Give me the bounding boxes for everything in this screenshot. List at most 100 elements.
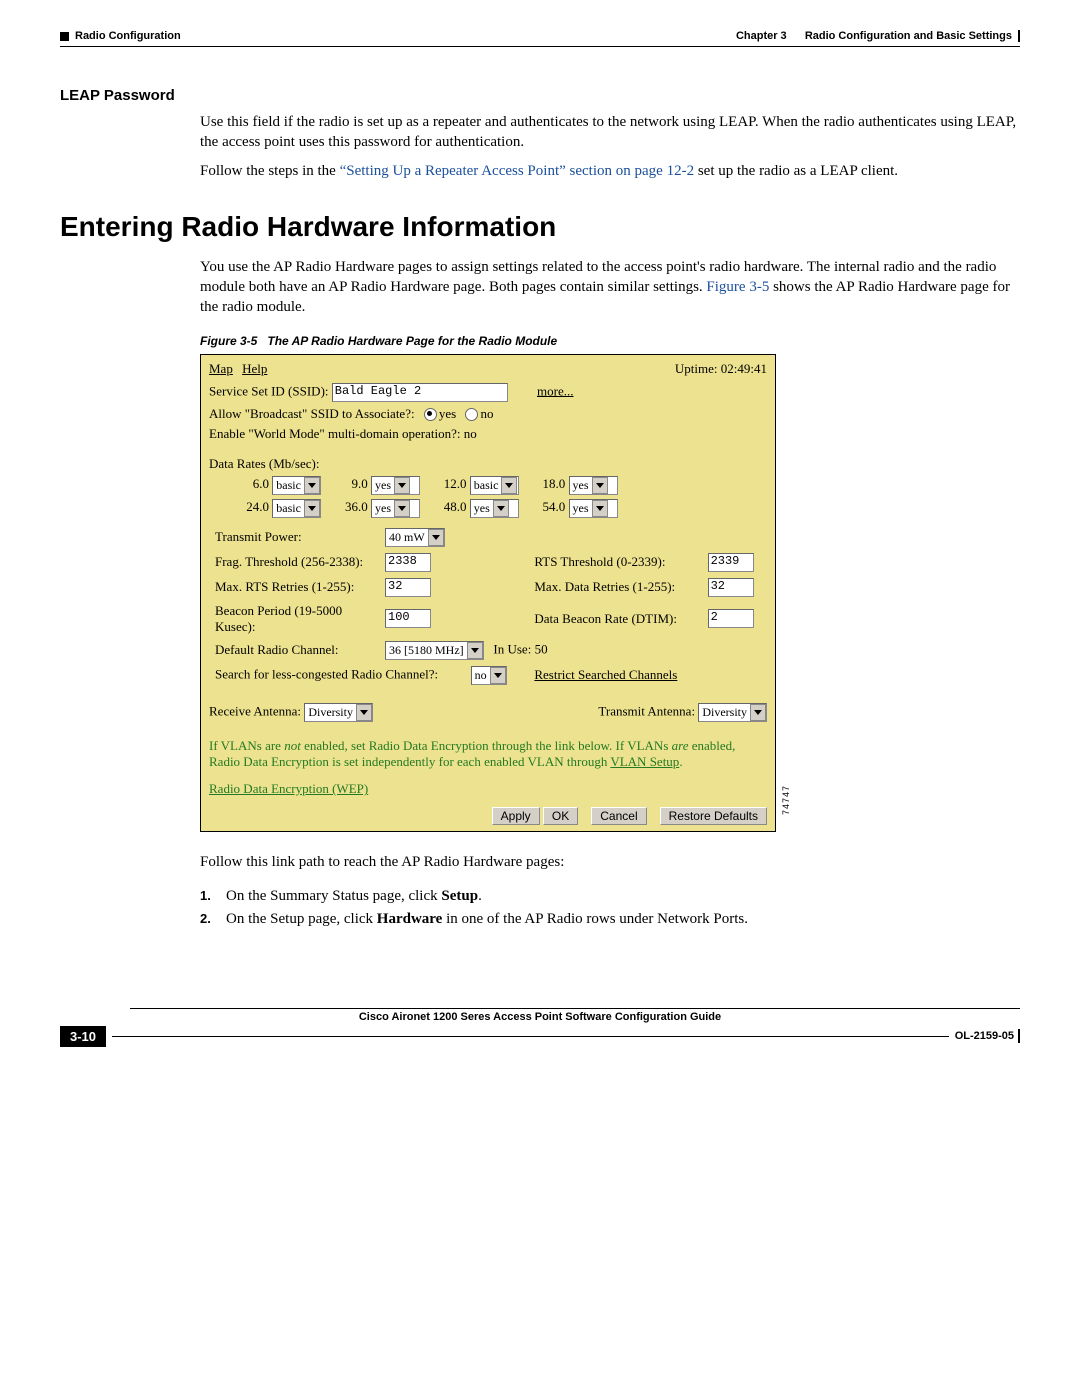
tx-power-value: 40 mW — [389, 530, 425, 545]
rate-select[interactable]: basic — [470, 476, 519, 495]
rts-label: RTS Threshold (0-2339): — [534, 554, 665, 569]
maxrts-input[interactable]: 32 — [385, 578, 431, 597]
chevron-down-icon — [428, 529, 444, 546]
maxdata-input[interactable]: 32 — [708, 578, 754, 597]
broadcast-no-radio[interactable] — [465, 408, 478, 421]
rate-label: 9.0 — [328, 476, 368, 492]
rates-row: 24.0 basic 36.0 yes 48.0 yes 54.0 yes — [209, 499, 767, 518]
figure-caption: Figure 3-5 The AP Radio Hardware Page fo… — [200, 334, 1020, 348]
txant-select[interactable]: Diversity — [698, 703, 767, 722]
uptime-label: Uptime: 02:49:41 — [675, 361, 767, 377]
dtim-label: Data Beacon Rate (DTIM): — [534, 611, 677, 626]
channel-value: 36 [5180 MHz] — [389, 643, 464, 658]
main-intro: You use the AP Radio Hardware pages to a… — [200, 257, 1020, 318]
leap-p2b: set up the radio as a LEAP client. — [694, 163, 898, 179]
rate-cell: 36.0 yes — [328, 499, 427, 514]
step-item: 1. On the Summary Status page, click Set… — [200, 888, 1020, 905]
tx-power-label: Transmit Power: — [215, 529, 302, 544]
step-item: 2. On the Setup page, click Hardware in … — [200, 911, 1020, 928]
restore-button[interactable]: Restore Defaults — [660, 807, 767, 825]
rate-value: yes — [474, 501, 490, 516]
chevron-down-icon — [493, 500, 509, 517]
chevron-down-icon — [592, 477, 608, 494]
follow-text: Follow this link path to reach the AP Ra… — [200, 852, 1020, 872]
apply-button[interactable]: Apply — [492, 807, 540, 825]
rate-label: 54.0 — [525, 499, 565, 515]
no-label: no — [480, 406, 493, 421]
chevron-down-icon — [304, 500, 320, 517]
chevron-down-icon — [501, 477, 517, 494]
rate-value: yes — [375, 501, 391, 516]
chevron-down-icon — [394, 477, 410, 494]
vlan-note: If VLANs are not enabled, set Radio Data… — [209, 738, 767, 772]
menu-map-link[interactable]: Map — [209, 361, 233, 376]
search-select[interactable]: no — [471, 666, 507, 685]
ol-number: OL-2159-05 — [955, 1030, 1014, 1042]
rts-input[interactable]: 2339 — [708, 553, 754, 572]
note-b: enabled, set Radio Data Encryption throu… — [301, 738, 672, 753]
dtim-input[interactable]: 2 — [708, 609, 754, 628]
rate-select[interactable]: basic — [272, 476, 321, 495]
step2-c: in one of the AP Radio rows under Networ… — [442, 911, 748, 927]
shot-menu: Map Help — [209, 361, 273, 377]
wep-link[interactable]: Radio Data Encryption (WEP) — [209, 781, 368, 796]
rate-select[interactable]: yes — [470, 499, 519, 518]
more-link[interactable]: more... — [537, 383, 573, 398]
leap-p1: Use this field if the radio is set up as… — [200, 112, 1020, 153]
tx-power-select[interactable]: 40 mW — [385, 528, 445, 547]
rate-select[interactable]: basic — [272, 499, 321, 518]
rate-select[interactable]: yes — [371, 476, 420, 495]
note-d: . — [679, 754, 682, 769]
rate-value: yes — [375, 478, 391, 493]
rate-select[interactable]: yes — [569, 499, 618, 518]
rate-value: yes — [573, 501, 589, 516]
figure-crossref-link[interactable]: Figure 3-5 — [706, 279, 769, 295]
inuse-label: In Use: 50 — [493, 641, 547, 656]
rate-cell: 9.0 yes — [328, 476, 427, 491]
ok-button[interactable]: OK — [543, 807, 578, 825]
rxant-label: Receive Antenna: — [209, 703, 301, 718]
rate-value: basic — [474, 478, 499, 493]
leap-heading: LEAP Password — [60, 87, 1020, 104]
rate-label: 18.0 — [525, 476, 565, 492]
ssid-input[interactable]: Bald Eagle 2 — [332, 383, 508, 402]
menu-help-link[interactable]: Help — [242, 361, 267, 376]
step1-a: On the Summary Status page, click — [226, 888, 441, 904]
rate-cell: 54.0 yes — [525, 499, 624, 514]
figure-id: 74747 — [781, 785, 791, 815]
leap-crossref-link[interactable]: “Setting Up a Repeater Access Point” sec… — [340, 163, 695, 179]
search-label: Search for less-congested Radio Channel?… — [215, 666, 438, 681]
channel-select[interactable]: 36 [5180 MHz] — [385, 641, 484, 660]
rate-cell: 18.0 yes — [525, 476, 624, 491]
rxant-select[interactable]: Diversity — [304, 703, 373, 722]
rate-value: basic — [276, 478, 301, 493]
rate-value: yes — [573, 478, 589, 493]
frag-input[interactable]: 2338 — [385, 553, 431, 572]
running-header: Radio Configuration Chapter 3 Radio Conf… — [60, 30, 1020, 42]
broadcast-yes-radio[interactable] — [424, 408, 437, 421]
chevron-down-icon — [467, 642, 483, 659]
chevron-down-icon — [490, 667, 506, 684]
page-footer: Cisco Aironet 1200 Seres Access Point So… — [60, 1008, 1020, 1047]
step2-b: Hardware — [377, 911, 443, 927]
cancel-button[interactable]: Cancel — [591, 807, 646, 825]
beacon-input[interactable]: 100 — [385, 609, 431, 628]
chevron-down-icon — [304, 477, 320, 494]
header-chapter-title: Radio Configuration and Basic Settings — [805, 30, 1012, 42]
yes-label: yes — [439, 406, 456, 421]
chevron-down-icon — [750, 704, 766, 721]
header-bullet-icon — [60, 32, 69, 41]
figure-screenshot: Map Help Uptime: 02:49:41 Service Set ID… — [200, 354, 776, 833]
beacon-label: Beacon Period (19-5000 Kusec): — [215, 603, 342, 634]
rate-label: 6.0 — [229, 476, 269, 492]
step2-a: On the Setup page, click — [226, 911, 377, 927]
rate-select[interactable]: yes — [569, 476, 618, 495]
step1-c: . — [478, 888, 482, 904]
rate-label: 36.0 — [328, 499, 368, 515]
restrict-link[interactable]: Restrict Searched Channels — [534, 667, 677, 682]
rate-cell: 48.0 yes — [427, 499, 526, 514]
rate-select[interactable]: yes — [371, 499, 420, 518]
header-chapter: Chapter 3 — [736, 30, 787, 42]
rate-cell: 6.0 basic — [229, 476, 328, 491]
vlan-setup-link[interactable]: VLAN Setup — [610, 754, 679, 769]
